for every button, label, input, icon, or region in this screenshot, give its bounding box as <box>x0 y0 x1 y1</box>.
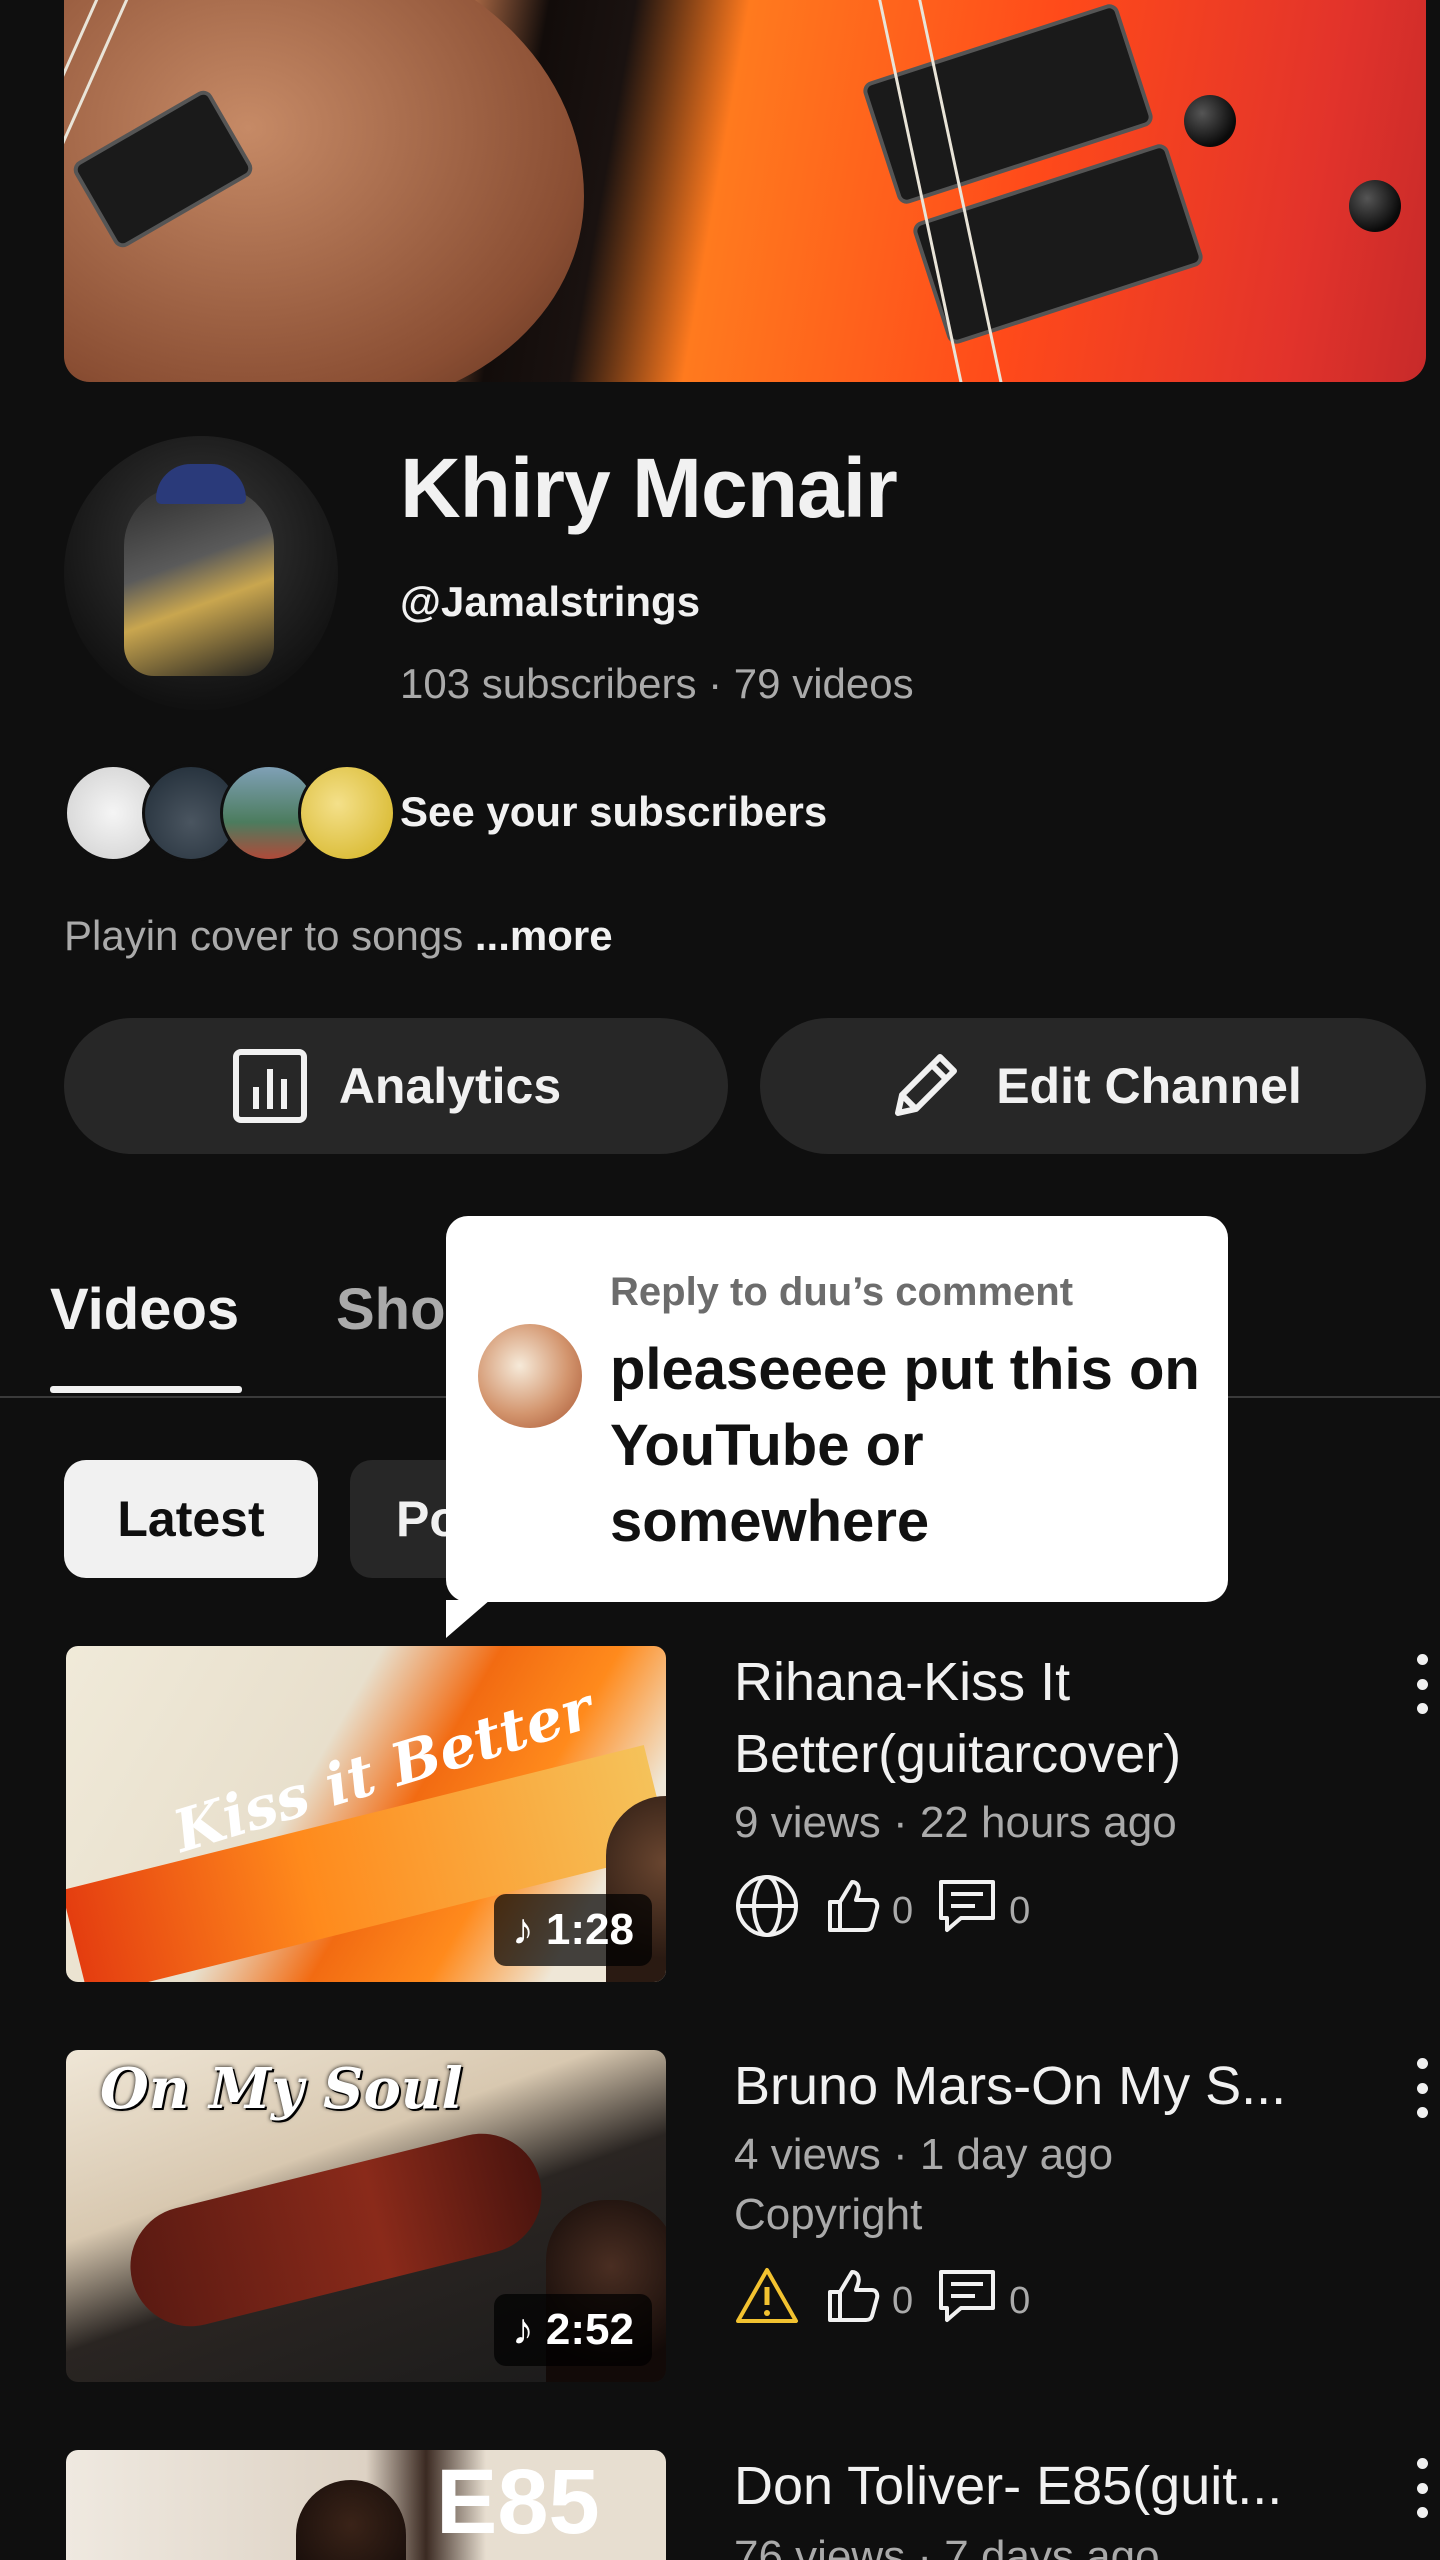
thumbnail-title-text: E85 <box>436 2451 600 2553</box>
video-title[interactable]: Bruno Mars-On My S... <box>734 2050 1374 2122</box>
see-subscribers-label: See your subscribers <box>400 788 828 835</box>
more-options-icon[interactable] <box>1414 2058 1430 2118</box>
video-thumbnail[interactable]: E85 <box>66 2450 666 2560</box>
likes-count: 0 <box>892 1889 914 1932</box>
analytics-button[interactable]: Analytics <box>64 1018 728 1154</box>
video-stats-row: 0 0 <box>734 2266 1030 2336</box>
reply-popup-comment: pleaseeee put this on YouTube or somewhe… <box>610 1337 1200 1554</box>
pencil-icon <box>884 1045 966 1127</box>
reply-popup-title: Reply to duu’s comment <box>610 1270 1074 1314</box>
video-title[interactable]: Don Toliver- E85(guit... <box>734 2450 1374 2522</box>
video-meta: 9 views · 22 hours ago <box>734 1798 1177 1847</box>
duration-text: 1:28 <box>545 1905 634 1954</box>
likes-count: 0 <box>892 2279 914 2322</box>
warning-icon <box>734 2265 800 2337</box>
channel-name: Khiry Mcnair <box>400 441 898 535</box>
commenter-avatar <box>478 1324 582 1428</box>
channel-description: Playin cover to songs ...more <box>64 912 613 960</box>
chip-latest[interactable]: Latest <box>64 1460 318 1578</box>
active-tab-indicator <box>50 1386 242 1393</box>
video-title[interactable]: Rihana-Kiss It Better(guitarcover) <box>734 1646 1374 1790</box>
video-stats-row: 0 0 <box>734 1873 1031 1949</box>
analytics-label: Analytics <box>338 1058 562 1114</box>
thumbs-up-icon <box>822 1876 882 1946</box>
duration-badge: ♪ 1:28 <box>493 1894 652 1966</box>
subscriber-avatar <box>298 764 396 862</box>
channel-stats: 103 subscribers · 79 videos <box>400 660 914 707</box>
video-item[interactable]: Kiss it Better ♪ 1:28 Rihana-Kiss It Bet… <box>0 1646 1440 1986</box>
video-meta: 76 views · 7 days ago <box>734 2532 1160 2560</box>
tab-videos[interactable]: Videos <box>50 1276 239 1343</box>
comment-icon <box>935 1876 999 1946</box>
music-note-icon: ♪ <box>511 1905 534 1954</box>
copyright-label: Copyright <box>734 2190 923 2239</box>
video-item[interactable]: E85 Don Toliver- E85(guit... 76 views · … <box>0 2450 1440 2560</box>
music-note-icon: ♪ <box>511 2305 534 2354</box>
duration-badge: ♪ 2:52 <box>493 2294 652 2366</box>
video-meta: 4 views · 1 day ago <box>734 2130 1114 2179</box>
edit-channel-label: Edit Channel <box>996 1058 1302 1114</box>
duration-text: 2:52 <box>545 2305 634 2354</box>
comments-count: 0 <box>1009 2279 1031 2322</box>
channel-handle: @Jamalstrings <box>400 578 701 625</box>
video-thumbnail[interactable]: On My Soul ♪ 2:52 <box>66 2050 666 2382</box>
more-options-icon[interactable] <box>1414 1654 1430 1714</box>
video-item[interactable]: On My Soul ♪ 2:52 Bruno Mars-On My S... … <box>0 2050 1440 2390</box>
comment-icon <box>935 2266 999 2336</box>
channel-banner <box>64 0 1426 382</box>
edit-channel-button[interactable]: Edit Channel <box>760 1018 1426 1154</box>
tab-shorts[interactable]: Sho <box>336 1276 446 1343</box>
analytics-icon <box>231 1047 309 1125</box>
channel-avatar[interactable] <box>64 436 338 710</box>
reply-comment-popup[interactable]: Reply to duu’s comment pleaseeee put thi… <box>446 1216 1228 1638</box>
thumbnail-title-text: On My Soul <box>100 2056 463 2122</box>
video-thumbnail[interactable]: Kiss it Better ♪ 1:28 <box>66 1646 666 1982</box>
globe-icon <box>734 1873 800 1949</box>
comments-count: 0 <box>1009 1889 1031 1932</box>
more-link[interactable]: ...more <box>475 912 613 959</box>
description-text: Playin cover to songs <box>64 912 475 959</box>
thumbs-up-icon <box>822 2266 882 2336</box>
more-options-icon[interactable] <box>1414 2458 1430 2518</box>
see-subscribers-row[interactable]: See your subscribers <box>64 764 964 864</box>
